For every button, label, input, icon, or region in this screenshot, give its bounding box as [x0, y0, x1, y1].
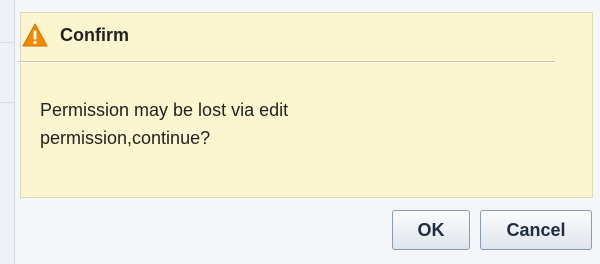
dialog-message: Permission may be lost via edit permissi… — [40, 96, 460, 152]
dialog-title: Confirm — [60, 24, 129, 45]
edge-line — [0, 102, 14, 103]
ok-button[interactable]: OK — [392, 210, 470, 250]
cancel-button[interactable]: Cancel — [480, 210, 592, 250]
dialog-footer: OK Cancel — [20, 198, 593, 264]
header-divider — [18, 61, 555, 62]
message-line: Permission may be lost via edit — [40, 100, 289, 120]
dialog-header: Confirm — [22, 18, 129, 52]
warning-icon — [22, 23, 48, 47]
message-line: permission,continue? — [40, 128, 211, 148]
edge-line — [0, 42, 14, 43]
confirm-dialog: Confirm Permission may be lost via edit … — [0, 0, 600, 264]
background-window-edge — [0, 0, 15, 264]
